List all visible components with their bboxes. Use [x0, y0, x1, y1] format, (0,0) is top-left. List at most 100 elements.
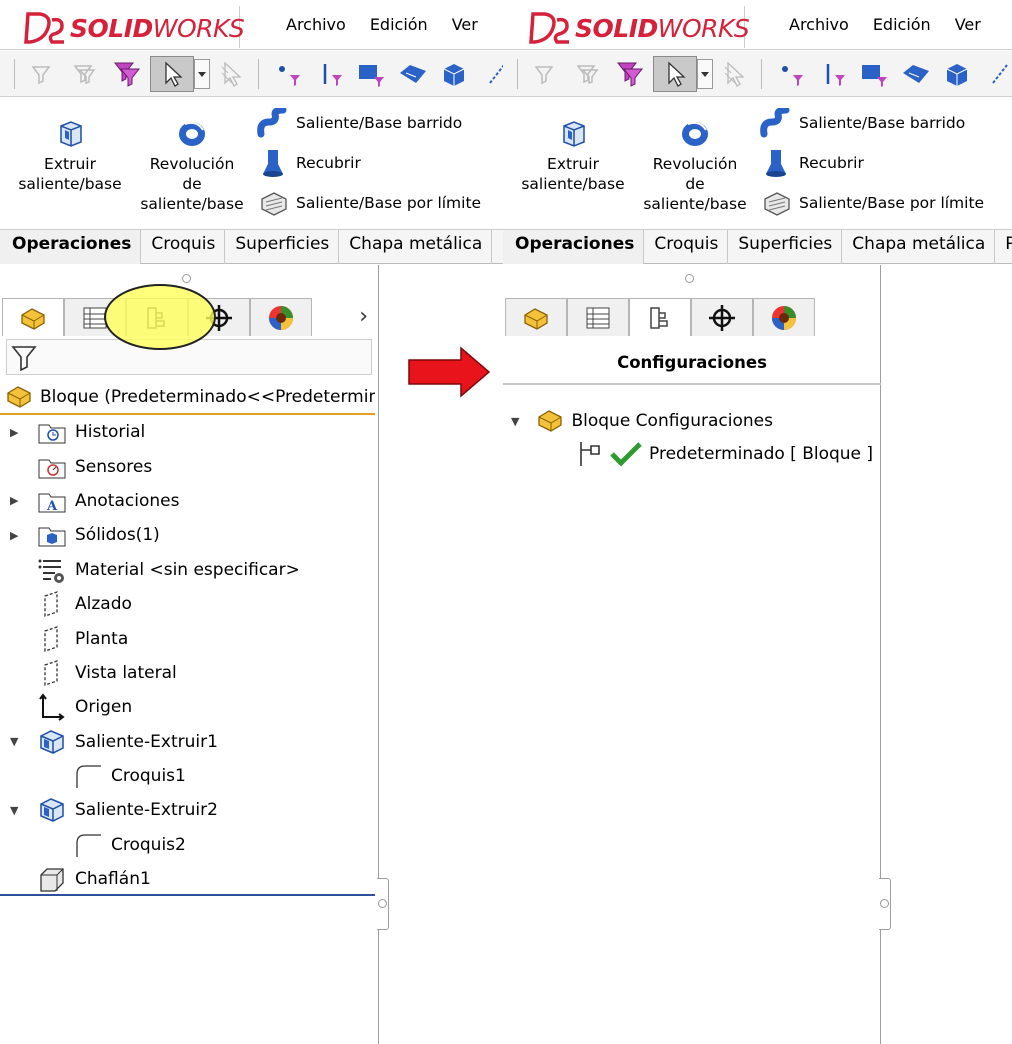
loft-button[interactable]: Recubrir — [759, 148, 864, 178]
configurations-root[interactable]: ▼ Bloque Configuraciones — [511, 407, 773, 435]
property-manager-tab[interactable] — [567, 298, 629, 336]
rollback-bar[interactable] — [0, 894, 375, 896]
face-icon[interactable] — [398, 58, 428, 90]
axis-icon[interactable] — [318, 58, 348, 90]
tree-item-alzado[interactable]: Alzado — [0, 587, 375, 621]
tree-item-vista-lateral[interactable]: Vista lateral — [0, 656, 375, 690]
boundary-boss-button[interactable]: Saliente/Base por límite — [759, 189, 984, 217]
collapse-icon[interactable]: ▼ — [511, 415, 519, 428]
filter-toggle-icon[interactable] — [615, 58, 645, 90]
filter-icon[interactable] — [529, 58, 559, 90]
tree-item-saliente-extruir1[interactable]: ▼ Saliente-Extruir1 — [0, 725, 375, 759]
loft-icon — [759, 148, 793, 178]
tab-croquis[interactable]: Croquis — [644, 230, 729, 264]
tab-superficies[interactable]: Superficies — [225, 230, 340, 264]
select-arrow-icon[interactable] — [150, 56, 194, 92]
tab-chapa-metalica[interactable]: Chapa metálica — [842, 230, 996, 264]
point-icon[interactable] — [274, 58, 304, 90]
tree-root-part[interactable]: Bloque (Predeterminado<<Predeterminado> — [0, 381, 375, 415]
highlight-ellipse — [104, 284, 216, 350]
menu-archivo[interactable]: Archivo — [789, 15, 849, 34]
face-icon[interactable] — [901, 58, 931, 90]
tree-item-croquis2[interactable]: Croquis2 — [0, 828, 375, 862]
expand-icon[interactable]: ▶ — [10, 426, 18, 439]
appearance-icon — [772, 305, 796, 330]
revolve-boss-button[interactable]: Revolución de saliente/base — [134, 118, 250, 214]
configuration-manager-panel: Configuraciones ▼ Bloque Configuraciones… — [503, 265, 881, 1044]
title-bar: SOLIDWORKS Archivo Edición Ver — [0, 0, 503, 50]
edge-icon[interactable] — [985, 58, 1012, 90]
sweep-icon — [759, 108, 793, 138]
tree-item-chaflan1[interactable]: Chaflán1 — [0, 862, 375, 896]
select-other-icon[interactable] — [721, 58, 751, 90]
point-icon[interactable] — [777, 58, 807, 90]
feature-tree-tab[interactable] — [2, 298, 64, 336]
tab-chapa-metalica[interactable]: Chapa metálica — [339, 230, 493, 264]
tab-operaciones[interactable]: Operaciones — [0, 230, 142, 264]
body-icon[interactable] — [943, 58, 973, 90]
swept-boss-button[interactable]: Saliente/Base barrido — [759, 108, 965, 138]
tab-superficies[interactable]: Superficies — [728, 230, 843, 264]
selection-toolbar — [0, 51, 503, 97]
select-dropdown-icon[interactable] — [194, 59, 210, 89]
extrude-boss-button[interactable]: Extruir saliente/base — [517, 118, 629, 194]
edge-icon[interactable] — [482, 58, 503, 90]
collapse-icon[interactable]: ▼ — [10, 804, 18, 817]
axis-icon[interactable] — [821, 58, 851, 90]
body-icon[interactable] — [440, 58, 470, 90]
plane-icon[interactable] — [356, 58, 386, 90]
menu-edicion[interactable]: Edición — [370, 15, 428, 34]
command-manager-tabs: Operaciones Croquis Superficies Chapa me… — [503, 230, 1012, 264]
tree-item-material[interactable]: Material <sin especificar> — [0, 553, 375, 587]
tree-item-solidos[interactable]: ▶ Sólidos(1) — [0, 518, 375, 552]
menu-ver[interactable]: Ver — [955, 15, 981, 34]
loft-button[interactable]: Recubrir — [256, 148, 361, 178]
dimxpert-tab[interactable] — [691, 298, 753, 336]
panel-title: Configuraciones — [617, 353, 767, 372]
select-other-icon[interactable] — [218, 58, 248, 90]
extrude-boss-button[interactable]: Extruir saliente/base — [14, 118, 126, 194]
chevron-right-icon[interactable]: › — [359, 304, 368, 329]
filter-icon[interactable] — [26, 58, 56, 90]
tab-truncated[interactable]: P — [995, 230, 1012, 264]
boundary-boss-button[interactable]: Saliente/Base por límite — [256, 189, 481, 217]
filter-stack-icon[interactable] — [573, 58, 603, 90]
plane-icon[interactable] — [859, 58, 889, 90]
tree-item-planta[interactable]: Planta — [0, 621, 375, 655]
tree-item-historial[interactable]: ▶ Historial — [0, 415, 375, 449]
annotations-folder-icon: A — [36, 486, 68, 516]
tree-item-croquis1[interactable]: Croquis1 — [0, 759, 375, 793]
revolve-boss-button[interactable]: Revolución de saliente/base — [637, 118, 753, 214]
sensor-folder-icon — [36, 452, 68, 482]
filter-toggle-icon[interactable] — [112, 58, 142, 90]
menu-archivo[interactable]: Archivo — [286, 15, 346, 34]
feature-tree-tab[interactable] — [505, 298, 567, 336]
filter-stack-icon[interactable] — [70, 58, 100, 90]
menu-edicion[interactable]: Edición — [873, 15, 931, 34]
panel-grip[interactable] — [182, 274, 191, 283]
select-dropdown-icon[interactable] — [697, 59, 713, 89]
command-manager-tabs: Operaciones Croquis Superficies Chapa me… — [0, 230, 503, 264]
tree-item-origen[interactable]: Origen — [0, 690, 375, 724]
display-manager-tab[interactable] — [753, 298, 815, 336]
material-icon — [36, 555, 68, 585]
tab-operaciones[interactable]: Operaciones — [503, 230, 645, 264]
panel-resize-handle[interactable] — [377, 878, 389, 930]
expand-icon[interactable]: ▶ — [10, 529, 18, 542]
panel-grip[interactable] — [685, 274, 694, 283]
panel-resize-handle[interactable] — [879, 878, 891, 930]
display-manager-tab[interactable] — [250, 298, 312, 336]
collapse-icon[interactable]: ▼ — [10, 735, 18, 748]
configuration-item-predeterminado[interactable]: Predeterminado [ Bloque ] — [577, 440, 873, 468]
menu-ver[interactable]: Ver — [452, 15, 478, 34]
selection-toolbar — [503, 51, 1012, 97]
tree-item-saliente-extruir2[interactable]: ▼ Saliente-Extruir2 — [0, 793, 375, 827]
expand-icon[interactable]: ▶ — [10, 494, 18, 507]
tree-item-anotaciones[interactable]: ▶ A Anotaciones — [0, 484, 375, 518]
swept-boss-button[interactable]: Saliente/Base barrido — [256, 108, 462, 138]
select-arrow-icon[interactable] — [653, 56, 697, 92]
configuration-manager-tab[interactable] — [629, 298, 691, 336]
tab-croquis[interactable]: Croquis — [141, 230, 226, 264]
tree-item-sensores[interactable]: Sensores — [0, 449, 375, 483]
part-icon — [7, 386, 31, 408]
